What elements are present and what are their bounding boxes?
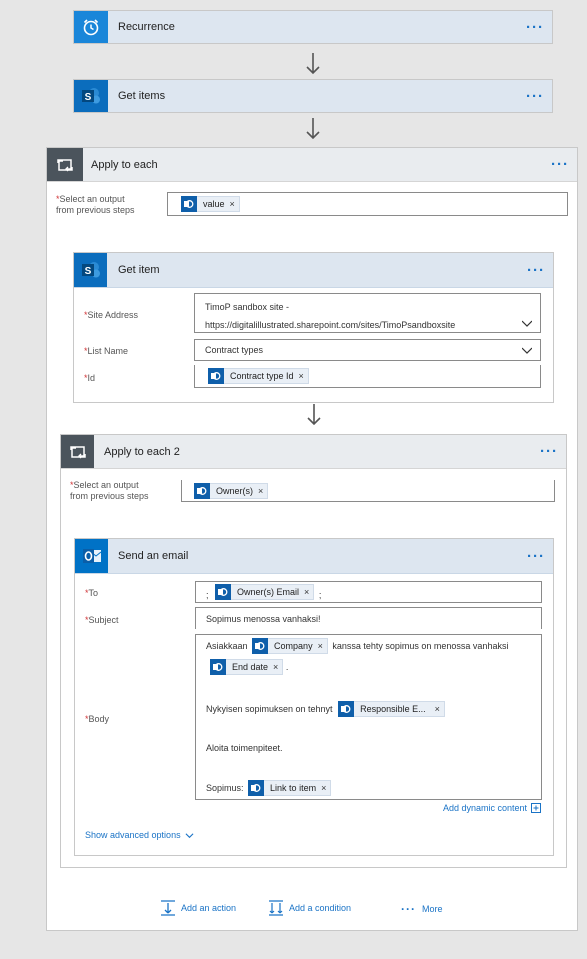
sharepoint-token-icon [181,196,197,212]
apply-to-each-2-header[interactable]: Apply to each 2 ··· [61,435,566,469]
apply-to-each-2-title: Apply to each 2 [104,445,180,458]
body-line-3: Nykyisen sopimuksen on tehnyt Responsibl… [206,701,445,717]
loop-icon [61,435,94,468]
send-email-menu-ellipsis-icon[interactable]: ··· [527,539,545,573]
select-output-2-label: *Select an output from previous steps [70,480,149,501]
add-dynamic-content-link[interactable]: Add dynamic content [443,803,541,813]
subject-label: *Subject [85,615,119,625]
add-an-action-button[interactable]: Add an action [160,900,236,916]
company-token[interactable]: Company × [252,638,328,654]
sharepoint-icon: S [74,253,107,287]
select-output-label: *Select an output from previous steps [56,194,135,215]
token-remove-icon[interactable]: × [321,783,330,793]
recurrence-header[interactable]: Recurrence ··· [74,11,552,43]
sharepoint-token-icon [338,701,355,717]
get-items-menu-ellipsis-icon[interactable]: ··· [526,80,544,112]
token-remove-icon[interactable]: × [273,662,282,672]
get-item-card[interactable]: S Get item ··· *Site Address TimoP sandb… [73,252,554,403]
body-field[interactable]: Asiakkaan Company × kanssa tehty sopimus… [195,634,542,800]
apply-to-each-2-menu-ellipsis-icon[interactable]: ··· [540,435,558,468]
recurrence-menu-ellipsis-icon[interactable]: ··· [526,11,544,43]
link-to-item-token[interactable]: Link to item × [248,780,332,796]
arrow-down-icon [307,404,321,426]
sharepoint-token-icon [248,780,265,796]
get-items-header[interactable]: S Get items ··· [74,80,552,112]
apply-to-each-menu-ellipsis-icon[interactable]: ··· [551,148,569,181]
body-line-5: Sopimus: Link to item × [206,780,332,796]
end-date-token[interactable]: End date × [210,659,284,675]
owners-email-token[interactable]: Owner(s) Email × [215,584,315,600]
add-dynamic-content-icon [531,803,541,813]
body-line-4: Aloita toimenpiteet. [206,743,283,753]
token-remove-icon[interactable]: × [431,704,444,714]
more-ellipsis-icon: ··· [401,902,416,916]
id-label: *Id [84,373,96,383]
to-label: *To [85,588,99,598]
loop-icon [47,148,83,181]
sharepoint-token-icon [215,584,232,600]
body-label: *Body [85,714,110,724]
get-item-title: Get item [118,264,160,276]
add-condition-icon [269,900,283,916]
id-field[interactable]: Contract type Id × [194,365,541,388]
more-button[interactable]: ··· More [401,902,443,916]
chevron-down-icon[interactable] [522,318,532,328]
recurrence-title: Recurrence [118,21,175,33]
sharepoint-token-icon [194,483,210,499]
token-remove-icon[interactable]: × [258,486,267,496]
list-name-dropdown[interactable]: Contract types [194,339,541,361]
outlook-icon [75,539,108,573]
sharepoint-icon: S [74,80,108,112]
arrow-down-icon [306,118,320,140]
apply-to-each-2-card[interactable]: Apply to each 2 ··· *Select an output fr… [60,434,567,868]
get-items-title: Get items [118,90,166,102]
responsible-employee-token[interactable]: Responsible E... × [338,701,445,717]
apply-to-each-card[interactable]: Apply to each ··· *Select an output from… [46,147,578,931]
add-a-condition-button[interactable]: Add a condition [268,900,351,916]
select-output-field[interactable]: value × [167,192,568,216]
alarm-clock-icon [74,11,108,43]
site-address-dropdown[interactable]: TimoP sandbox site - https://digitalillu… [194,293,541,333]
apply-to-each-title: Apply to each [91,158,158,171]
get-item-header[interactable]: S Get item ··· [74,253,553,288]
recurrence-card[interactable]: Recurrence ··· [73,10,553,44]
list-name-label: *List Name [84,346,129,356]
contract-type-id-token[interactable]: Contract type Id × [208,368,309,384]
body-line-2: End date × . [210,659,288,675]
svg-text:S: S [84,266,91,277]
token-remove-icon[interactable]: × [318,641,327,651]
owners-token[interactable]: Owner(s) × [194,483,269,499]
get-items-card[interactable]: S Get items ··· [73,79,553,113]
value-token[interactable]: value × [181,196,240,212]
sharepoint-token-icon [208,368,224,384]
send-email-title: Send an email [118,550,189,562]
add-action-icon [161,900,175,916]
sharepoint-token-icon [210,659,226,675]
chevron-down-icon [185,832,194,838]
sharepoint-token-icon [252,638,269,654]
select-output-2-field[interactable]: Owner(s) × [181,480,555,502]
token-remove-icon[interactable]: × [304,587,313,597]
token-remove-icon[interactable]: × [299,371,308,381]
get-item-menu-ellipsis-icon[interactable]: ··· [527,253,545,287]
subject-field[interactable]: Sopimus menossa vanhaksi! [195,607,542,629]
to-field[interactable]: ; Owner(s) Email × ; [195,581,542,603]
body-line-1: Asiakkaan Company × kanssa tehty sopimus… [206,638,508,654]
send-email-card[interactable]: Send an email ··· *To ; Owner(s) Email ×… [74,538,554,856]
arrow-down-icon [306,53,320,75]
apply-to-each-header[interactable]: Apply to each ··· [47,148,577,182]
chevron-down-icon[interactable] [522,345,532,355]
svg-text:S: S [85,92,92,103]
show-advanced-options-link[interactable]: Show advanced options [85,830,194,840]
site-address-label: *Site Address [84,310,139,320]
token-remove-icon[interactable]: × [230,199,239,209]
send-email-header[interactable]: Send an email ··· [75,539,553,574]
